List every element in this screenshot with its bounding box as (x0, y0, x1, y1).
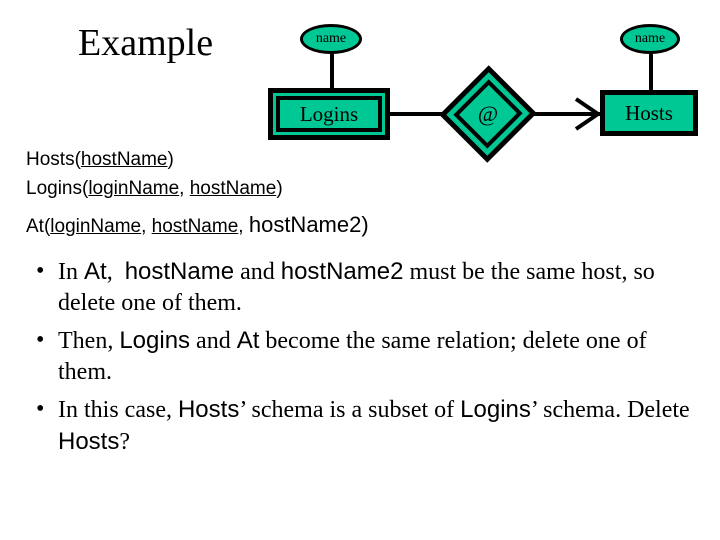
schema-token: hostName (151, 216, 239, 237)
schema-token: loginName (50, 216, 142, 237)
bullet-text: , (106, 259, 125, 285)
attribute-oval-logins-name[interactable]: name (300, 24, 362, 54)
bullet-marker-icon: • (36, 396, 45, 422)
entity-logins-inner-border: Logins (276, 96, 382, 132)
bullet-item: • In At, hostName and hostName2 must be t… (26, 256, 696, 319)
schema-token: Hosts( (26, 149, 81, 170)
slide-canvas: Example name name Logins @ Hosts Hosts(h… (0, 0, 720, 540)
schema-token: , (179, 178, 190, 199)
bullet-text: Logins (119, 327, 191, 354)
schema-token: At( (26, 216, 51, 237)
schema-token: , (238, 216, 249, 237)
entity-logins[interactable]: Logins (268, 88, 390, 140)
attribute-oval-hosts-name[interactable]: name (620, 24, 680, 54)
bullet-text: Hosts (58, 428, 120, 455)
bullet-item: • Then, Logins and At become the same rel… (26, 325, 696, 388)
relationship-at[interactable]: @ (439, 64, 537, 164)
attribute-label: name (315, 31, 347, 46)
bullet-text: Then, (58, 328, 120, 354)
er-diagram: name name Logins @ Hosts (0, 0, 720, 170)
bullet-text: ’ schema is a subset of (239, 397, 461, 423)
bullet-text: Logins (460, 396, 531, 423)
bullet-text: hostName2 (280, 258, 404, 285)
schema-line-logins: Logins(loginName, hostName) (26, 177, 283, 200)
schema-token: ) (276, 178, 283, 199)
bullet-marker-icon: • (36, 327, 45, 353)
bullet-text: ’ schema. Delete (530, 397, 690, 423)
schema-token: ) (361, 212, 369, 237)
schema-line-hosts: Hosts(hostName) (26, 148, 174, 171)
attribute-label: name (634, 31, 666, 46)
schema-token: , (141, 216, 152, 237)
schema-token: Logins( (26, 178, 89, 199)
schema-token: hostName (80, 149, 168, 170)
edge-name-to-hosts (649, 52, 653, 92)
bullet-text: In (58, 259, 84, 285)
bullet-text: At (236, 327, 260, 354)
edge-name-to-logins (330, 52, 334, 92)
schema-line-at: At(loginName, hostName, hostName2) (26, 212, 369, 240)
bullet-list: • In At, hostName and hostName2 must be t… (26, 256, 696, 464)
bullet-text: In this case, (58, 397, 178, 423)
entity-hosts[interactable]: Hosts (600, 90, 698, 136)
schema-token: hostName (189, 178, 277, 199)
bullet-text: ? (119, 429, 131, 455)
bullet-item: • In this case, Hosts’ schema is a subset… (26, 394, 696, 458)
entity-logins-label: Logins (299, 102, 359, 126)
bullet-text: At (84, 258, 107, 285)
entity-hosts-label: Hosts (625, 101, 673, 125)
bullet-text: hostName (124, 258, 235, 285)
bullet-text: and (234, 259, 281, 285)
schema-token: ) (167, 149, 174, 170)
bullet-marker-icon: • (36, 258, 45, 284)
schema-token: loginName (88, 178, 180, 199)
bullet-text: Hosts (177, 396, 240, 423)
bullet-text: and (190, 328, 237, 354)
relationship-at-label: @ (477, 101, 499, 126)
schema-token: hostName2 (248, 212, 362, 237)
